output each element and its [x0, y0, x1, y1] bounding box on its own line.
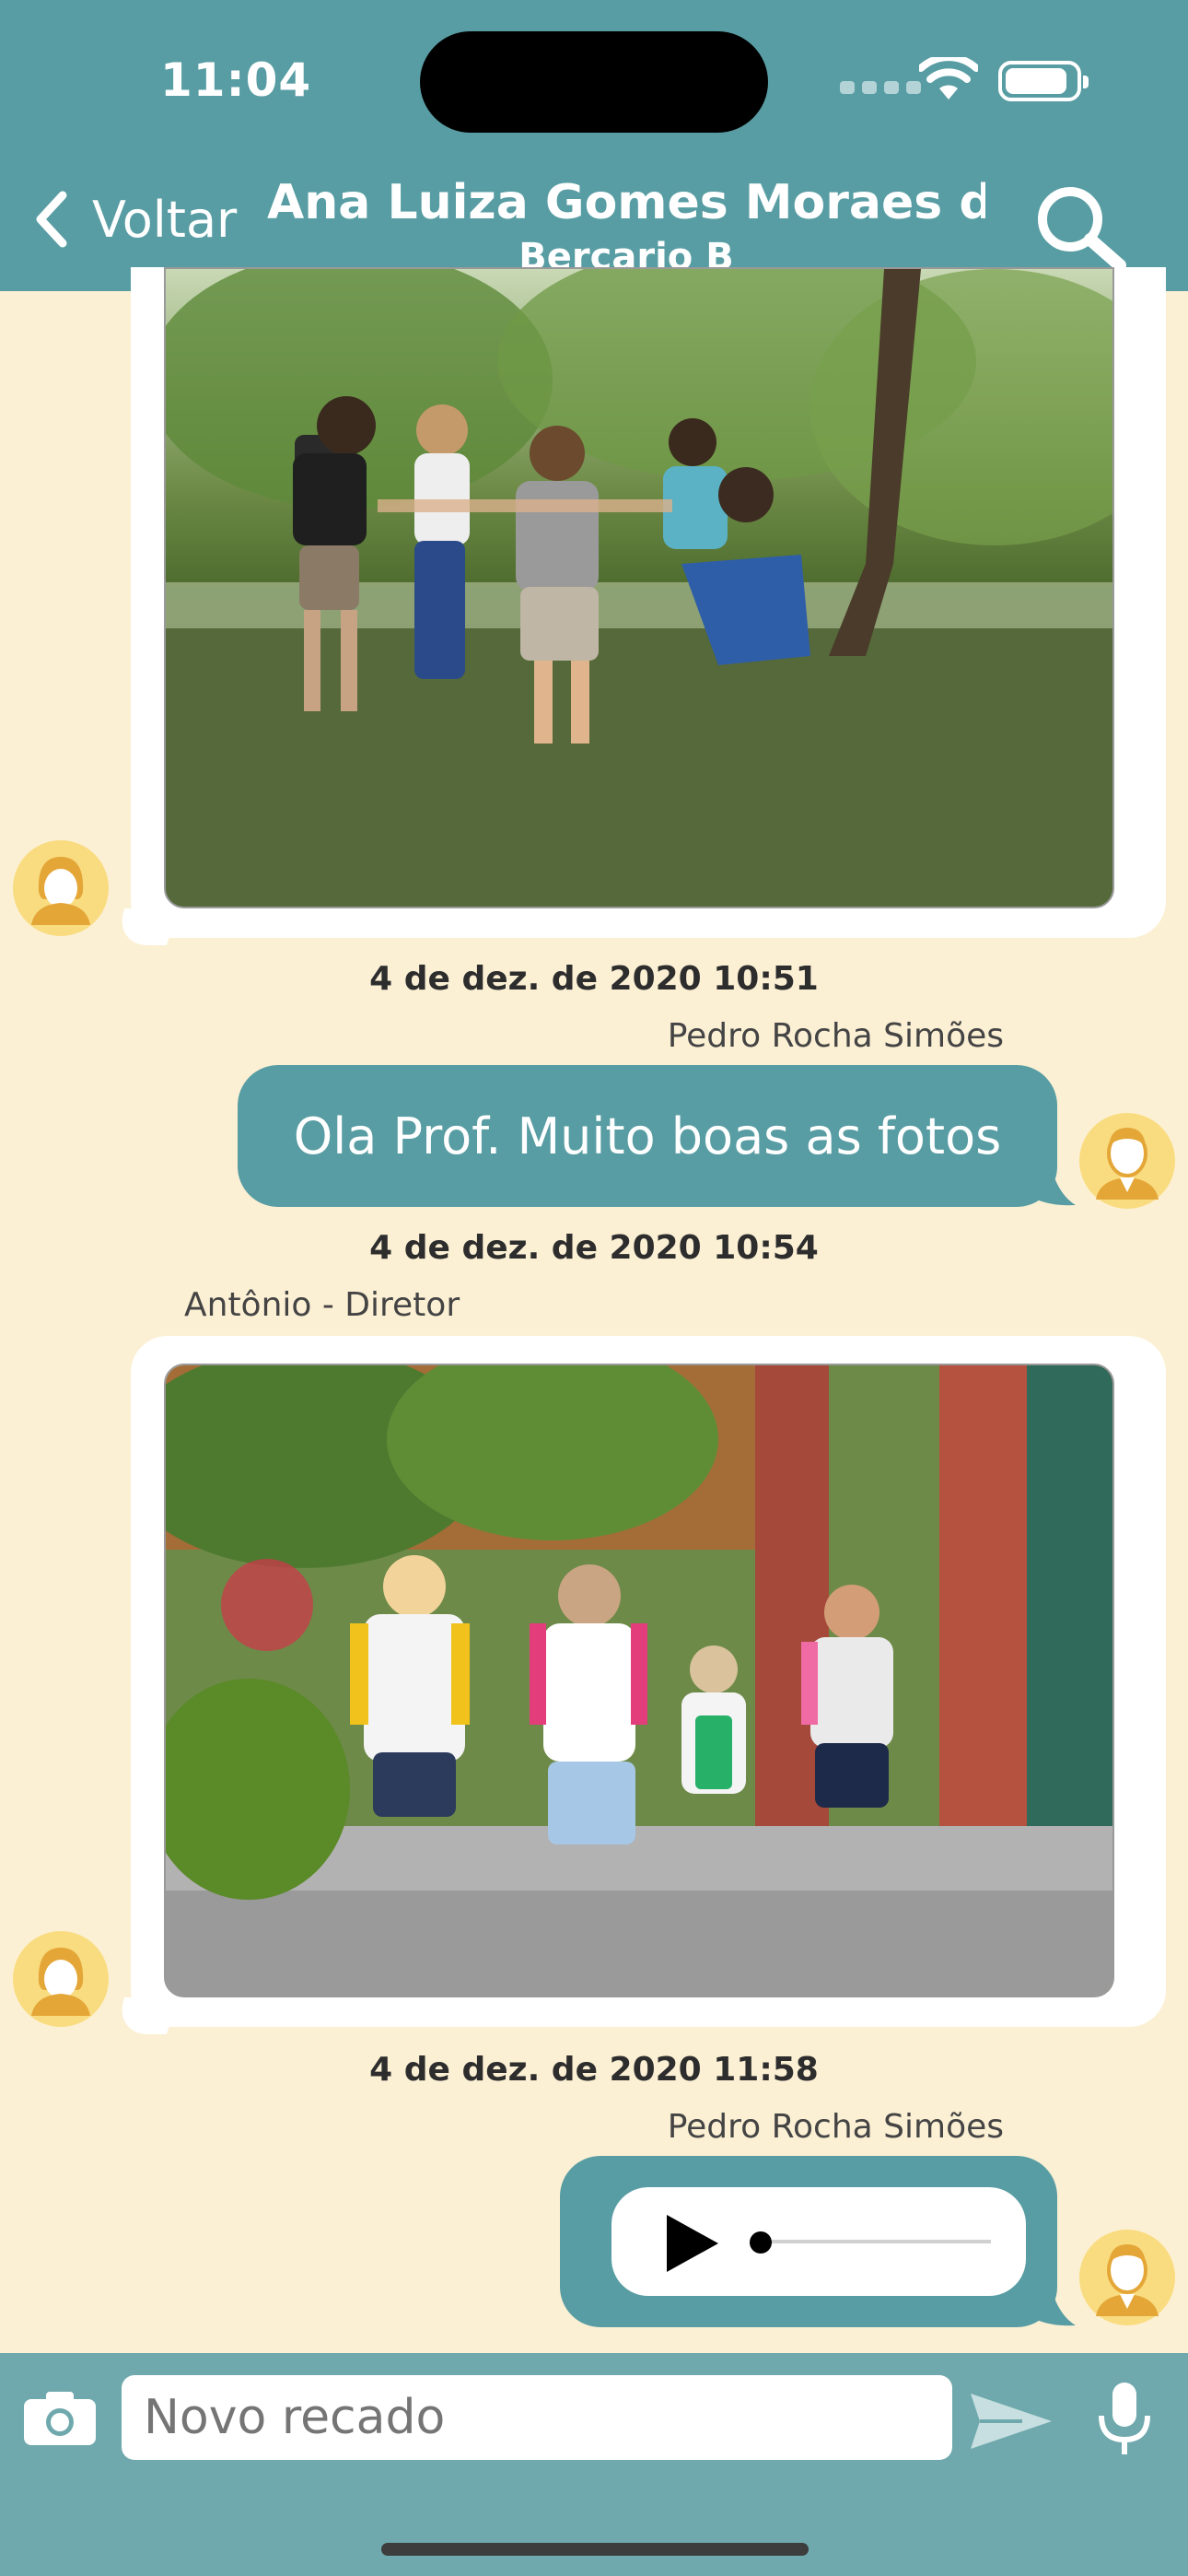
bubble-tail [1022, 2283, 1076, 2326]
chevron-left-icon [36, 191, 67, 248]
back-button[interactable]: Voltar [33, 190, 237, 249]
male-avatar-icon [1079, 1113, 1175, 1209]
home-indicator [381, 2543, 809, 2556]
audio-message [560, 2156, 1057, 2327]
audio-progress-knob[interactable] [750, 2231, 772, 2254]
audio-player [611, 2187, 1026, 2296]
back-label: Voltar [92, 190, 238, 249]
audio-progress-track[interactable] [759, 2240, 991, 2243]
camera-icon[interactable] [22, 2388, 98, 2447]
dynamic-island [420, 31, 768, 133]
message-photo[interactable] [164, 1364, 1114, 1997]
message-input[interactable] [122, 2375, 952, 2460]
school-photo [166, 1365, 1112, 1996]
image-message[interactable] [131, 267, 1166, 938]
signal-icon [840, 81, 921, 94]
status-time: 11:04 [160, 53, 312, 107]
message-timestamp: 4 de dez. de 2020 10:51 [369, 960, 819, 998]
sender-name: Pedro Rocha Simões [667, 1017, 1004, 1055]
send-icon[interactable] [967, 2388, 1055, 2454]
battery-icon [998, 61, 1089, 101]
message-photo[interactable] [164, 267, 1114, 908]
female-avatar-icon [13, 840, 109, 936]
bubble-tail [1022, 1163, 1076, 1206]
message-timestamp: 4 de dez. de 2020 11:58 [369, 2051, 819, 2089]
park-photo [166, 269, 1112, 907]
search-icon[interactable] [1031, 181, 1133, 273]
message-timestamp: 4 de dez. de 2020 10:54 [369, 1229, 819, 1267]
male-avatar-icon [1079, 2230, 1175, 2325]
wifi-icon [919, 57, 978, 100]
chat-header: 11:04 Voltar Ana Luiza Gomes Moraes d...… [0, 0, 1188, 291]
female-avatar-icon [13, 1931, 109, 2027]
sender-name: Antônio - Diretor [184, 1286, 460, 1324]
message-text: Ola Prof. Muito boas as fotos [293, 1107, 1002, 1165]
chat-title: Ana Luiza Gomes Moraes d... [267, 175, 985, 230]
text-message[interactable]: Ola Prof. Muito boas as fotos [238, 1065, 1057, 1207]
sender-name: Pedro Rocha Simões [667, 2108, 1004, 2146]
play-icon[interactable] [663, 2211, 722, 2276]
image-message[interactable] [131, 1336, 1166, 2027]
microphone-icon[interactable] [1094, 2379, 1155, 2460]
